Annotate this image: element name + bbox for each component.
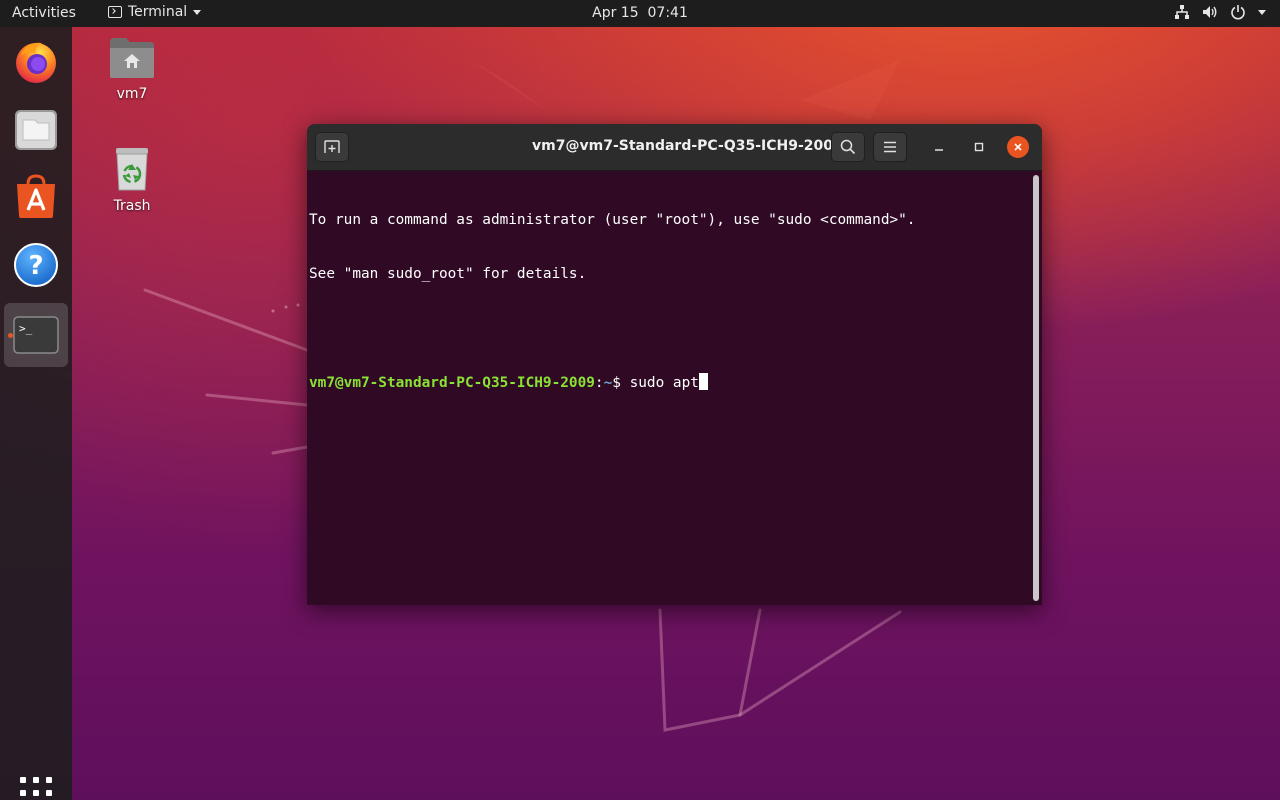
clock-button[interactable]: Apr 15 07:41 [592, 5, 688, 21]
maximize-icon [974, 142, 984, 152]
show-applications-button[interactable] [20, 777, 52, 800]
app-menu-label: Terminal [128, 4, 188, 20]
home-folder-icon [110, 38, 154, 78]
search-icon [840, 139, 856, 155]
terminal-small-icon [108, 6, 122, 18]
menu-button[interactable] [873, 132, 907, 162]
dock: ? >_ [0, 27, 72, 800]
svg-text:>_: >_ [19, 322, 33, 335]
files-icon [15, 110, 57, 150]
dock-help[interactable]: ? [4, 233, 68, 297]
desktop-icon-label: Trash [113, 198, 151, 214]
app-grid-icon [20, 777, 26, 783]
close-icon [1014, 143, 1022, 151]
clock-date: Apr 15 [592, 5, 639, 21]
desktop-icon-label: vm7 [116, 86, 148, 102]
new-tab-icon [324, 140, 340, 153]
text-cursor [698, 373, 708, 390]
close-button[interactable] [1007, 136, 1029, 158]
clock-time: 07:41 [647, 5, 688, 21]
hamburger-menu-icon [884, 141, 896, 153]
dock-firefox[interactable] [4, 29, 68, 93]
output-line: See "man sudo_root" for details. [309, 266, 587, 282]
firefox-icon [16, 42, 56, 83]
terminal-output[interactable]: To run a command as administrator (user … [307, 171, 1042, 605]
window-title-text: vm7@vm7-Standard-PC-Q35-ICH9-2009: ~ [532, 138, 865, 154]
output-line: To run a command as administrator (user … [309, 212, 916, 228]
desktop-icon-trash[interactable]: Trash [92, 146, 172, 214]
search-button[interactable] [831, 132, 865, 162]
top-bar: Activities Terminal Apr 15 07:41 [0, 0, 1280, 27]
network-icon [1175, 5, 1189, 19]
activities-button[interactable]: Activities [12, 5, 76, 21]
dock-software[interactable] [4, 165, 68, 229]
chevron-down-icon [193, 9, 202, 15]
terminal-headerbar[interactable]: vm7@vm7-Standard-PC-Q35-ICH9-2009: ~ [307, 124, 1042, 171]
dock-files[interactable] [4, 97, 68, 161]
trash-icon [116, 148, 148, 191]
power-icon [1231, 5, 1245, 20]
terminal-window[interactable]: vm7@vm7-Standard-PC-Q35-ICH9-2009: ~ To … [307, 124, 1042, 605]
volume-icon [1203, 6, 1217, 18]
prompt-separator: : [594, 375, 604, 391]
new-tab-button[interactable] [315, 132, 349, 162]
svg-text:?: ? [28, 251, 43, 281]
minimize-icon [935, 149, 943, 151]
running-indicator [8, 333, 13, 338]
prompt-symbol: $ [612, 375, 630, 391]
prompt-line: vm7@vm7-Standard-PC-Q35-ICH9-2009:~$ sud… [309, 373, 1040, 391]
system-menu-caret-icon [1258, 9, 1266, 15]
terminal-scrollbar[interactable] [1033, 175, 1039, 601]
prompt-user-host: vm7@vm7-Standard-PC-Q35-ICH9-2009 [309, 375, 595, 391]
help-icon: ? [14, 243, 58, 287]
dock-terminal[interactable]: >_ [4, 303, 68, 367]
terminal-icon: >_ [13, 316, 59, 354]
prompt-path: ~ [603, 375, 613, 391]
minimize-button[interactable] [928, 136, 950, 158]
app-menu-button[interactable]: Terminal [108, 4, 202, 20]
command-input[interactable]: sudo apt [630, 375, 699, 391]
system-tray[interactable] [1174, 4, 1266, 20]
desktop-icon-home[interactable]: vm7 [92, 36, 172, 102]
ubuntu-software-icon [17, 174, 55, 218]
maximize-button[interactable] [968, 136, 990, 158]
